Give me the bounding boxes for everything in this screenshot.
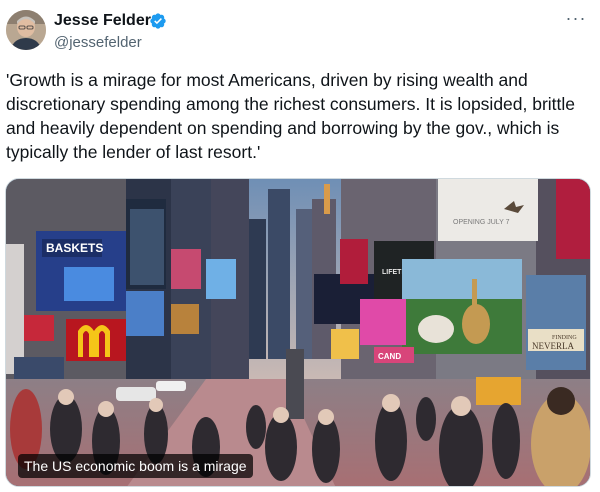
more-options-icon[interactable]: ···	[562, 6, 590, 30]
opening-billboard-text: OPENING JULY 7	[453, 219, 510, 226]
avatar[interactable]	[6, 10, 46, 50]
avatar-photo	[6, 10, 46, 50]
tweet-card: Jesse Felder @jessefelder ··· 'Growth is…	[0, 0, 600, 492]
tweet-image[interactable]: BASKETS LIFETIME OPENING JULY 7 FINDING …	[5, 178, 591, 487]
tweet-text: 'Growth is a mirage for most Americans, …	[6, 70, 576, 162]
opening-billboard	[438, 179, 538, 241]
verified-badge-icon	[150, 13, 166, 29]
neverland-billboard-text: NEVERLA	[532, 341, 574, 351]
candy-billboard-text: CAND	[378, 352, 401, 361]
times-square-photo: BASKETS LIFETIME OPENING JULY 7 FINDING …	[6, 179, 590, 486]
author-display-name[interactable]: Jesse Felder	[54, 12, 151, 30]
image-caption: The US economic boom is a mirage	[18, 454, 253, 478]
author-handle[interactable]: @jessefelder	[54, 34, 142, 51]
baskets-billboard-text: BASKETS	[46, 241, 103, 255]
neverland-billboard	[526, 275, 586, 370]
